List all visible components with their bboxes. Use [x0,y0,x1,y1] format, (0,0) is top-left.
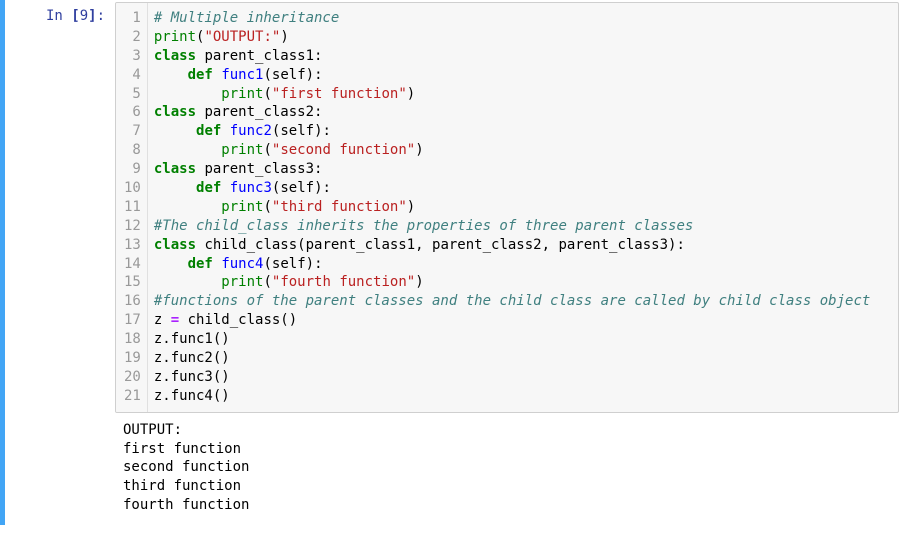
line-number: 1 [124,9,141,28]
line-number: 2 [124,28,141,47]
code-line[interactable]: z.func2() [154,349,890,368]
code-line[interactable]: print("third function") [154,198,890,217]
code-line[interactable]: print("fourth function") [154,273,890,292]
code-line[interactable]: class parent_class1: [154,47,890,66]
code-line[interactable]: z.func1() [154,330,890,349]
code-line[interactable]: def func3(self): [154,179,890,198]
code-line[interactable]: def func1(self): [154,66,890,85]
line-number: 20 [124,368,141,387]
line-number: 3 [124,47,141,66]
code-line[interactable]: z.func3() [154,368,890,387]
code-line[interactable]: print("second function") [154,141,890,160]
code-line[interactable]: z.func4() [154,387,890,406]
line-number: 14 [124,255,141,274]
line-number: 4 [124,66,141,85]
line-number: 10 [124,179,141,198]
code-line[interactable]: class parent_class2: [154,103,890,122]
stdout-output: OUTPUT: first function second function t… [115,413,907,523]
prompt-number: 9 [80,8,88,24]
code-line[interactable]: #functions of the parent classes and the… [154,292,890,311]
line-number: 13 [124,236,141,255]
code-line[interactable]: class child_class(parent_class1, parent_… [154,236,890,255]
line-gutter: 123456789101112131415161718192021 [116,3,148,412]
line-number: 8 [124,141,141,160]
input-prompt: In [9]: [5,2,115,24]
line-number: 19 [124,349,141,368]
input-row: In [9]: 12345678910111213141516171819202… [5,2,907,413]
line-number: 7 [124,122,141,141]
line-number: 15 [124,273,141,292]
line-number: 21 [124,387,141,406]
code-line[interactable]: def func4(self): [154,255,890,274]
code-content[interactable]: # Multiple inheritanceprint("OUTPUT:")cl… [148,3,898,412]
line-number: 11 [124,198,141,217]
prompt-label: In [46,8,63,24]
code-line[interactable]: print("first function") [154,85,890,104]
code-line[interactable]: #The child_class inherits the properties… [154,217,890,236]
line-number: 12 [124,217,141,236]
code-input-area[interactable]: 123456789101112131415161718192021 # Mult… [115,2,899,413]
line-number: 5 [124,85,141,104]
code-cell: In [9]: 12345678910111213141516171819202… [0,0,907,525]
line-number: 17 [124,311,141,330]
line-number: 16 [124,292,141,311]
code-line[interactable]: print("OUTPUT:") [154,28,890,47]
code-line[interactable]: z = child_class() [154,311,890,330]
line-number: 6 [124,103,141,122]
code-line[interactable]: # Multiple inheritance [154,9,890,28]
line-number: 18 [124,330,141,349]
code-line[interactable]: def func2(self): [154,122,890,141]
line-number: 9 [124,160,141,179]
code-line[interactable]: class parent_class3: [154,160,890,179]
